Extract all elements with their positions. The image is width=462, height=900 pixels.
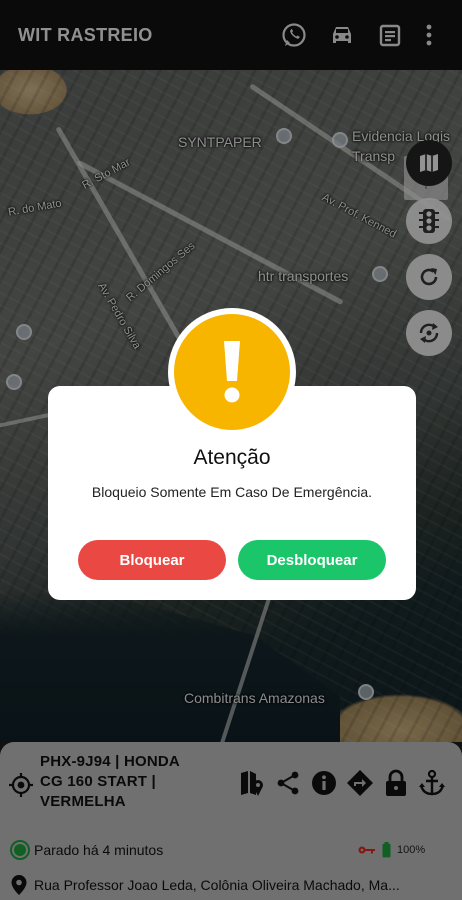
dialog-message: Bloqueio Somente Em Caso De Emergência. — [91, 484, 373, 500]
alert-badge — [168, 308, 296, 436]
dialog-title: Atenção — [193, 446, 271, 469]
unblock-button[interactable]: Desbloquear — [238, 540, 386, 580]
exclamation-icon — [224, 341, 240, 403]
block-button[interactable]: Bloquear — [78, 540, 226, 580]
